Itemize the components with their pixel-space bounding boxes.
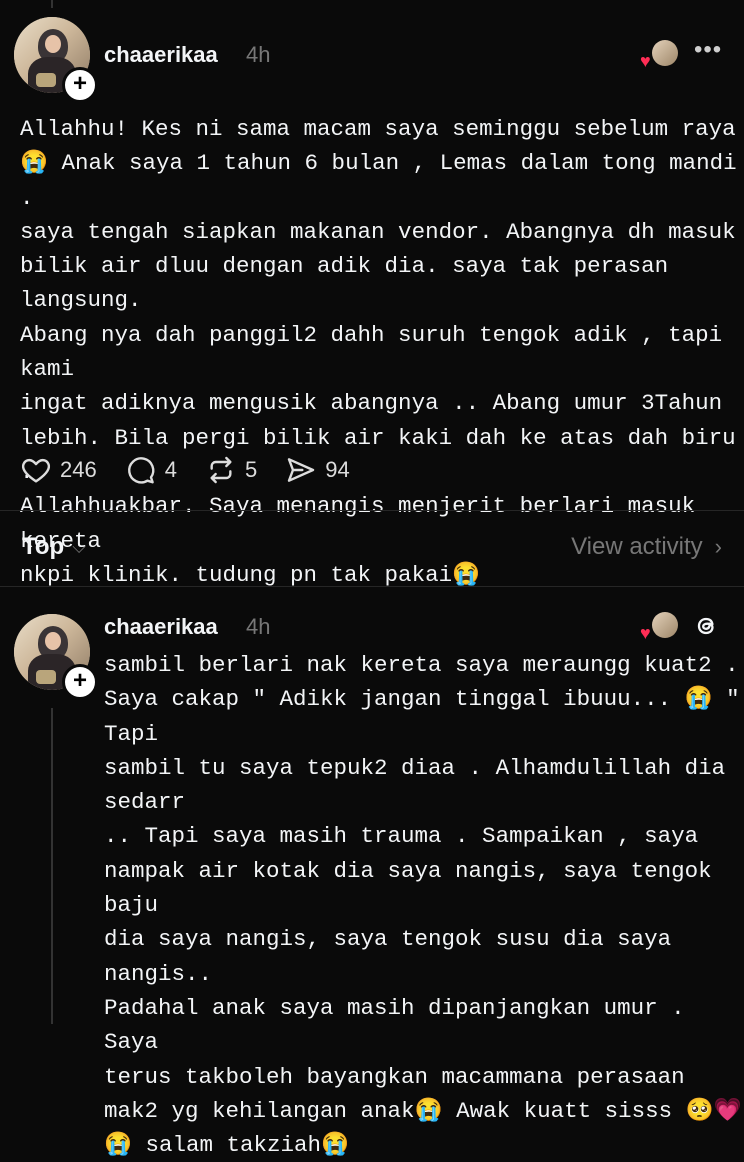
view-activity-label: View activity (571, 533, 703, 560)
reply-button[interactable]: 4 (125, 454, 177, 486)
comment-bubble-icon (127, 457, 155, 484)
like-count: 246 (60, 457, 97, 482)
post-username[interactable]: chaaerikaa (104, 42, 218, 68)
sort-filter-label: Top (22, 533, 65, 560)
heart-outline-icon (21, 458, 51, 483)
view-activity-link[interactable]: View activity › (571, 533, 722, 561)
reply-count: 4 (164, 457, 177, 482)
follow-plus-button[interactable]: + (62, 67, 98, 103)
divider (0, 586, 744, 587)
reply-body-text: sambil berlari nak kereta saya meraungg … (104, 652, 742, 1159)
chevron-right-icon: › (714, 534, 722, 559)
threads-logo-icon (697, 617, 714, 635)
chevron-down-icon: ⌵ (72, 536, 86, 557)
post-time: 4h (246, 42, 271, 67)
thread-line (51, 708, 53, 1024)
follow-plus-button[interactable]: + (62, 664, 98, 700)
repost-arrows-icon (210, 456, 232, 484)
divider (0, 510, 744, 511)
post-username[interactable]: chaaerikaa (104, 614, 218, 640)
send-arrow-icon (288, 458, 315, 482)
share-button[interactable]: 94 (285, 454, 350, 486)
share-count: 94 (325, 457, 350, 482)
post-actions: 246 4 5 94 (20, 452, 378, 488)
repost-button[interactable]: 5 (205, 454, 257, 486)
thread-line-top (51, 0, 53, 8)
post-body-text: Allahhu! Kes ni sama macam saya seminggu… (20, 116, 737, 588)
more-horizontal-icon[interactable]: ••• (694, 36, 722, 64)
repost-count: 5 (244, 457, 258, 482)
liked-by-author-icon: ♥ (640, 612, 678, 642)
like-button[interactable]: 246 (20, 454, 97, 486)
post-time: 4h (246, 614, 271, 639)
liked-by-author-icon: ♥ (640, 40, 678, 70)
sort-filter-dropdown[interactable]: Top ⌵ (22, 533, 86, 561)
